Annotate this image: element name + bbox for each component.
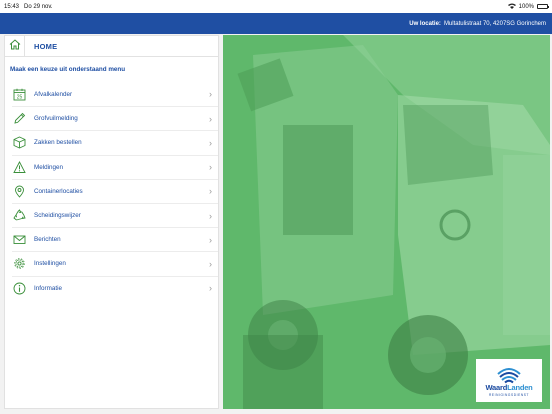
logo-emblem-icon [497,368,521,384]
pencil-icon [12,112,26,126]
menu-item-informatie[interactable]: Informatie › [12,275,218,300]
chevron-right-icon: › [209,113,212,124]
chevron-right-icon: › [209,89,212,100]
recycle-icon [12,209,26,223]
logo-name-part2: Landen [507,383,533,393]
menu-panel: HOME Maak een keuze uit onderstaand menu… [4,35,219,409]
menu-item-label: Scheidingswijzer [34,212,81,220]
location-pin-icon [12,184,26,198]
logo-name-part1: Waard [485,383,508,393]
panel-header: HOME [5,36,218,57]
warning-icon [12,160,26,174]
chevron-right-icon: › [209,283,212,294]
logo-name: WaardLanden [485,384,532,392]
envelope-icon [12,233,26,247]
menu-item-zakken-bestellen[interactable]: Zakken bestellen › [12,130,218,154]
menu-item-label: Afvalkalender [34,90,73,98]
page-title: HOME [34,41,58,51]
chevron-right-icon: › [209,186,212,197]
menu-item-meldingen[interactable]: Meldingen › [12,154,218,179]
logo-tagline: REINIGINGSDIENST [488,392,530,397]
menu-item-label: Zakken bestellen [34,139,82,147]
home-icon [9,37,21,55]
menu-item-grofvuilmelding[interactable]: Grofvuilmelding › [12,106,218,130]
app-bar: Uw locatie: Multatulistraat 70, 4207SG G… [0,13,552,34]
battery-icon [537,4,549,9]
status-time: 15:43 [4,3,20,10]
menu-list: 25 Afvalkalender › Grofvuilmelding › Zak… [5,82,218,300]
info-icon [12,281,26,295]
wifi-icon [507,3,516,11]
chevron-right-icon: › [209,162,212,173]
menu-item-label: Containerlocaties [34,187,83,195]
svg-text:25: 25 [16,94,22,100]
chevron-right-icon: › [209,258,212,269]
chevron-right-icon: › [209,210,212,221]
calendar-icon: 25 [12,87,26,101]
hero-image: WaardLanden REINIGINGSDIENST [223,35,550,409]
menu-item-afvalkalender[interactable]: 25 Afvalkalender › [12,82,218,106]
menu-item-containerlocaties[interactable]: Containerlocaties › [12,178,218,203]
location-value[interactable]: Multatulistraat 70, 4207SG Gorinchem [444,21,546,27]
garbage-truck-illustration [223,35,550,409]
status-bar: 15:43 Do 29 nov. 100% [0,0,552,13]
chevron-right-icon: › [209,137,212,148]
status-right: 100% [507,3,549,11]
menu-item-label: Instellingen [34,260,66,268]
chevron-right-icon: › [209,234,212,245]
gear-icon [12,257,26,271]
menu-item-label: Meldingen [34,163,64,171]
location-label: Uw locatie: [409,20,441,27]
menu-item-label: Berichten [34,236,61,244]
status-date: Do 29 nov. [24,3,53,10]
menu-item-instellingen[interactable]: Instellingen › [12,251,218,275]
box-icon [12,136,26,150]
menu-item-scheidingswijzer[interactable]: Scheidingswijzer › [12,202,218,227]
menu-item-berichten[interactable]: Berichten › [12,227,218,251]
home-button[interactable] [5,36,25,56]
menu-item-label: Informatie [34,284,62,292]
waardlanden-logo: WaardLanden REINIGINGSDIENST [476,359,542,402]
battery-percentage: 100% [518,3,534,10]
menu-item-label: Grofvuilmelding [34,115,78,123]
